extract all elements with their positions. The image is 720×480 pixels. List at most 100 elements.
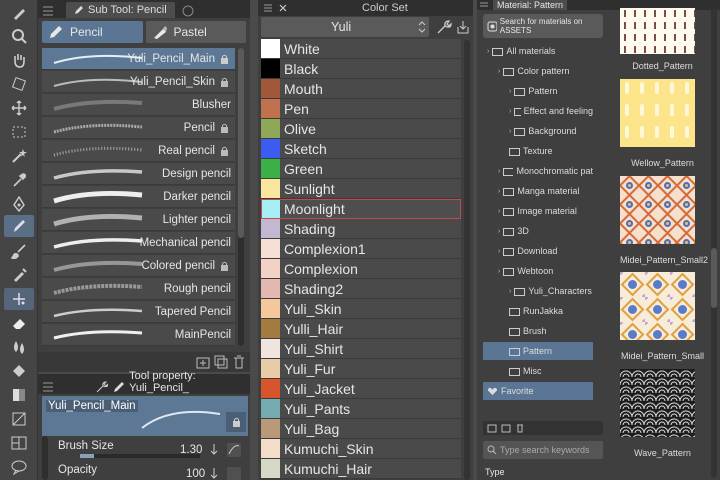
brush-item[interactable]: Blusher [42,94,235,116]
material-tree-item[interactable]: › Effect and feeling [483,102,593,120]
color-swatch[interactable] [261,259,280,278]
hand-icon[interactable] [4,49,34,71]
chevron-right-icon[interactable]: › [509,88,511,95]
material-tree-item[interactable]: › Yuli_Characters [483,282,593,300]
color-row[interactable]: Moonlight [261,199,461,219]
folder-add-icon[interactable] [487,423,497,433]
rotate-icon[interactable] [4,73,34,95]
eyedropper-icon[interactable] [4,169,34,191]
material-tree-item[interactable]: › Background [483,122,593,140]
brush-preview[interactable]: Yuli_Pencil_Main [42,396,248,436]
brush-item[interactable]: Pencil [42,117,235,139]
material-tree-item[interactable]: › Image material [483,202,593,220]
color-row[interactable]: Yuli_Fur [261,359,461,379]
color-row[interactable]: Yuli_Skin [261,299,461,319]
color-row[interactable]: Green [261,159,461,179]
brush-item[interactable]: MainPencil [42,324,235,346]
color-swatch[interactable] [261,459,280,478]
material-tree-item[interactable]: Misc [483,362,593,380]
colorset-selector[interactable]: Yuli [261,17,429,37]
gradient-icon[interactable] [4,384,34,406]
color-row[interactable]: Pen [261,99,461,119]
color-row[interactable]: Yuli_Shirt [261,339,461,359]
brush-item[interactable]: Real pencil [42,140,235,162]
chevron-right-icon[interactable]: › [498,188,500,195]
material-tree-item[interactable]: › Pattern [483,82,593,100]
toolprop-scrollbar[interactable] [42,436,48,480]
brush-item[interactable]: Rough pencil [42,278,235,300]
color-row[interactable]: Complexion1 [261,239,461,259]
grip-icon[interactable] [40,380,55,394]
move-icon[interactable] [4,97,34,119]
wrench-icon[interactable] [95,380,109,394]
color-row[interactable]: Sunlight [261,179,461,199]
chevron-right-icon[interactable]: › [498,208,500,215]
chevron-right-icon[interactable]: › [498,228,500,235]
brush-item[interactable]: Yuli_Pencil_Skin [42,71,235,93]
brush-item[interactable]: Design pencil [42,163,235,185]
pencil-icon[interactable] [4,215,34,237]
material-tree-item[interactable]: › Webtoon [483,262,593,280]
color-swatch[interactable] [261,419,280,438]
chevron-right-icon[interactable]: › [498,68,500,75]
color-swatch[interactable] [261,359,280,378]
pattern-thumbnail[interactable] [620,8,695,54]
chevron-right-icon[interactable]: › [509,108,511,115]
brush-item[interactable]: Darker pencil [42,186,235,208]
material-tree-item[interactable]: Texture [483,142,593,160]
color-swatch[interactable] [261,159,280,178]
color-swatch[interactable] [261,399,280,418]
wrench-icon[interactable] [436,19,452,35]
fountain-pen-icon[interactable] [4,193,34,215]
grip-icon[interactable] [40,4,56,18]
pattern-thumbnail[interactable] [620,272,695,340]
fill-icon[interactable] [4,360,34,382]
brush-icon[interactable] [4,240,34,262]
group-pencil[interactable]: Pencil [42,21,143,43]
folder-icon[interactable] [501,423,511,433]
eraser-icon[interactable] [4,312,34,334]
color-row[interactable]: Kumuchi_Hair [261,459,461,479]
brush-item[interactable]: Yuli_Pencil_Main [42,48,235,70]
color-swatch[interactable] [261,119,280,138]
figure-icon[interactable] [4,408,34,430]
selection-icon[interactable] [4,121,34,143]
color-swatch[interactable] [261,79,280,98]
material-tree-item[interactable]: › Monochromatic pat [483,162,593,180]
material-tree-item[interactable]: › 3D [483,222,593,240]
pattern-thumbnail[interactable] [620,79,695,147]
color-row[interactable]: Yulli_Hair [261,319,461,339]
color-swatch[interactable] [261,59,280,78]
brush-item[interactable]: Lighter pencil [42,209,235,231]
opacity-value[interactable]: 100 [186,468,205,480]
brush-item[interactable]: Mechanical pencil [42,232,235,254]
color-swatch[interactable] [261,339,280,358]
color-swatch[interactable] [261,219,280,238]
chevron-right-icon[interactable]: › [509,288,511,295]
color-row[interactable]: Complexion [261,259,461,279]
pattern-thumbnail[interactable] [620,176,695,244]
color-row[interactable]: White [261,39,461,59]
trash-icon[interactable] [232,355,246,369]
group-pastel[interactable]: Pastel [145,21,246,43]
pattern-thumbnail[interactable] [620,369,695,437]
color-swatch[interactable] [261,239,280,258]
color-swatch[interactable] [261,439,280,458]
grip-icon[interactable] [479,1,489,9]
grip-icon[interactable] [262,2,274,14]
close-icon[interactable] [278,3,288,13]
lock-toggle[interactable] [226,412,246,432]
brush-item[interactable]: Colored pencil [42,255,235,277]
material-tree-item[interactable]: Brush [483,322,593,340]
decoration-icon[interactable] [4,288,34,310]
color-swatch[interactable] [261,379,280,398]
material-tree-item[interactable]: Pattern [483,342,593,360]
material-tree-item[interactable]: › Manga material [483,182,593,200]
color-row[interactable]: Yuli_Bag [261,419,461,439]
color-swatch[interactable] [261,299,280,318]
zoom-icon[interactable] [4,25,34,47]
magic-wand-icon[interactable] [4,145,34,167]
airbrush-icon[interactable] [4,264,34,286]
duplicate-icon[interactable] [214,355,228,369]
color-swatch[interactable] [261,199,280,218]
